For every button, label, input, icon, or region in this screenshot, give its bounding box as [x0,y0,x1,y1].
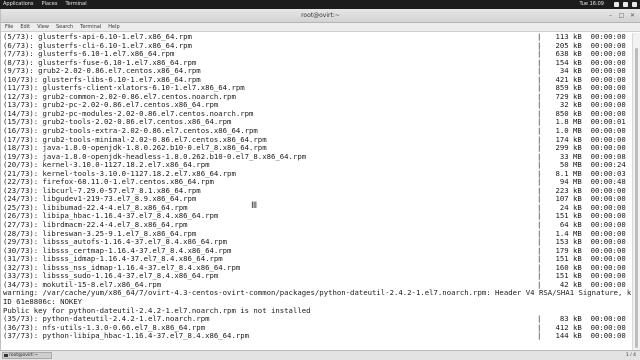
menu-terminal[interactable]: Terminal [80,23,101,31]
menu-help[interactable]: Help [108,23,119,31]
menu-view[interactable]: View [37,23,49,31]
maximize-icon[interactable]: □ [618,12,625,19]
menu-file[interactable]: File [5,23,13,31]
workspace-pager[interactable]: 1 / 4 [626,352,636,359]
clock[interactable]: Tue 16:09 [0,0,640,9]
window-titlebar[interactable]: root@ovirt:~ – □ ✕ [1,9,640,23]
window-title: root@ovirt:~ [301,12,340,19]
volume-icon[interactable] [623,2,628,7]
menu-bar: File Edit View Search Terminal Help [1,23,640,32]
scrollbar-thumb[interactable] [635,48,638,348]
package-name: (37/73): python-libipa_hbac-1.16.4-37.el… [3,331,250,341]
terminal-icon [4,354,8,357]
menu-edit[interactable]: Edit [20,23,30,31]
download-time: 00:00:00 [590,331,626,341]
download-info: | 144 kB 00:00:00 [537,331,626,341]
terminal-message: warning: /var/cache/yum/x86_64/7/ovirt-4… [3,288,631,298]
close-icon[interactable]: ✕ [629,12,636,19]
terminal-output[interactable]: (5/73): glusterfs-api-6.10-1.el7.x86_64.… [1,33,631,350]
taskbar-item-label: root@ovirt:~ [9,353,39,358]
package-size: 144 kB [555,331,582,341]
terminal-line: (37/73): python-libipa_hbac-1.16.4-37.el… [3,331,631,341]
terminal-line: warning: /var/cache/yum/x86_64/7/ovirt-4… [3,289,631,298]
menu-search[interactable]: Search [56,23,73,31]
window-controls: – □ ✕ [607,12,636,19]
taskbar-item-terminal[interactable]: root@ovirt:~ [2,352,52,359]
text-cursor-icon: Ⅲ [251,201,258,211]
terminal-scrollbar[interactable] [632,33,640,350]
bottom-panel: root@ovirt:~ 1 / 4 [0,350,640,360]
power-icon[interactable] [632,2,637,7]
terminal-window: root@ovirt:~ – □ ✕ File Edit View Search… [0,9,640,350]
top-panel: Applications Places Terminal Tue 16:09 [0,0,640,9]
system-tray[interactable] [614,0,637,7]
network-icon[interactable] [614,2,619,7]
minimize-icon[interactable]: – [607,12,614,19]
